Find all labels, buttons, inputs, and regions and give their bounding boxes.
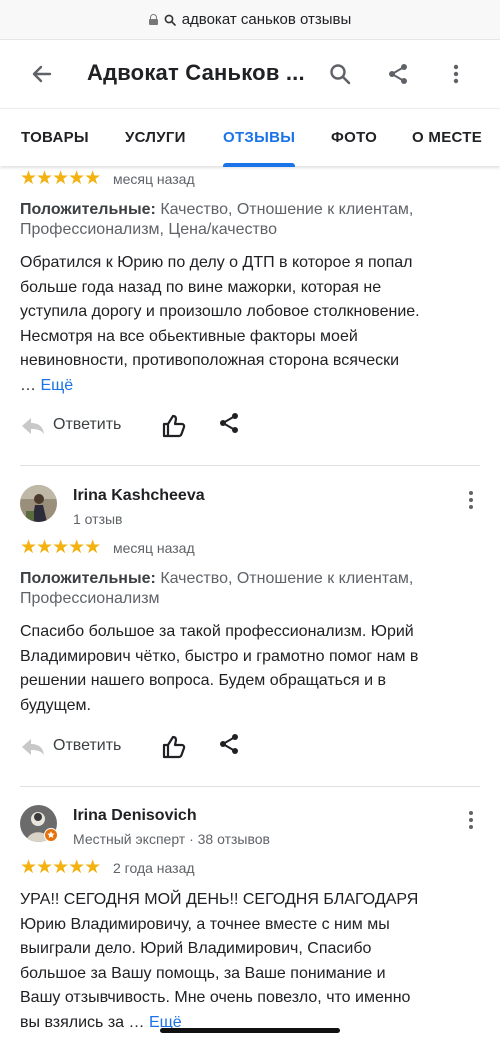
review-text-line: больше года назад по вине мажорки, котор… xyxy=(20,278,382,296)
reply-icon xyxy=(22,418,44,434)
star-rating: ★★★★★ xyxy=(20,537,101,558)
reviewer-name[interactable]: Irina Kashcheeva xyxy=(73,487,205,505)
reply-button[interactable]: Ответить xyxy=(53,416,121,434)
reply-button[interactable]: Ответить xyxy=(53,737,121,755)
url-text: адвокат саньков отзывы xyxy=(181,11,352,28)
tab-bar: ТОВАРЫ УСЛУГИ ОТЗЫВЫ ФОТО О МЕСТЕ xyxy=(0,108,500,167)
review-text-line: Спасибо большое за такой профессионализм… xyxy=(20,623,414,640)
review-text-line: Владимирович чётко, быстро и грамотно по… xyxy=(20,647,419,665)
reviewer-meta: Местный эксперт · 38 отзывов xyxy=(73,831,270,847)
search-button[interactable] xyxy=(324,58,356,90)
dot xyxy=(469,491,473,495)
positive-label: Положительные: xyxy=(20,570,156,587)
tab-products[interactable]: ТОВАРЫ xyxy=(21,109,89,167)
dot xyxy=(469,818,473,822)
review-date: месяц назад xyxy=(113,171,195,187)
dot xyxy=(469,505,473,509)
thumbs-up-icon[interactable] xyxy=(161,734,187,760)
back-button[interactable] xyxy=(24,60,60,88)
review-text-line: УРА!! СЕГОДНЯ МОЙ ДЕНЬ!! СЕГОДНЯ БЛАГОДА… xyxy=(20,891,419,908)
tab-reviews[interactable]: ОТЗЫВЫ xyxy=(223,109,296,167)
review-positive-attributes: Положительные: Качество, Отношение к кли… xyxy=(20,569,480,609)
thumbs-up-icon[interactable] xyxy=(161,413,187,439)
active-tab-indicator xyxy=(223,163,296,167)
review-text: Обратился к Юрию по делу о ДТП в которое… xyxy=(20,251,480,398)
search-icon xyxy=(330,64,351,85)
review-positive-attributes: Положительные: Качество, Отношение к кли… xyxy=(20,200,480,240)
review-text-line: Вашу отзывчивость. Мне очень повезло, чт… xyxy=(20,989,411,1006)
review-text-line: Обратился к Юрию по делу о ДТП в которое… xyxy=(20,254,413,271)
reviewer-meta: 1 отзыв xyxy=(73,511,123,527)
reply-icon xyxy=(22,739,44,755)
share-icon[interactable] xyxy=(217,411,241,435)
home-indicator[interactable] xyxy=(160,1028,340,1033)
review-text-line: Несмотря на все обьективные факторы моей xyxy=(20,327,358,345)
share-icon xyxy=(389,64,407,84)
review-actions: Ответить xyxy=(20,731,280,763)
tab-photos[interactable]: ФОТО xyxy=(331,109,377,167)
positive-line: Качество, Отношение к клиентам, xyxy=(160,570,414,587)
tab-services[interactable]: УСЛУГИ xyxy=(125,109,186,167)
review-date: месяц назад xyxy=(113,540,195,556)
review-text-line: … xyxy=(20,376,41,394)
read-more-link[interactable]: Ещё xyxy=(40,377,73,394)
tab-about[interactable]: О МЕСТЕ xyxy=(412,109,482,167)
page-title: Адвокат Саньков ... xyxy=(87,60,305,85)
review-menu-button[interactable] xyxy=(462,488,480,512)
lock-icon xyxy=(148,14,158,25)
local-guide-badge-icon xyxy=(44,828,58,842)
review-date: 2 года назад xyxy=(113,860,195,876)
positive-line: Профессионализм, Цена/качество xyxy=(20,221,278,238)
review-text: УРА!! СЕГОДНЯ МОЙ ДЕНЬ!! СЕГОДНЯ БЛАГОДА… xyxy=(20,888,480,1035)
review-menu-button[interactable] xyxy=(462,808,480,832)
more-vert-icon xyxy=(453,64,459,84)
share-button[interactable] xyxy=(382,58,414,90)
review-text-line: выиграли дело. Юрий Владимирович, Спасиб… xyxy=(20,940,372,957)
review-text-line: решении нашего вопроса. Будем обращаться… xyxy=(20,672,386,689)
dot xyxy=(469,811,473,815)
dot xyxy=(469,498,473,502)
dot xyxy=(469,825,473,829)
search-icon xyxy=(164,14,176,26)
review-text-line: будущем. xyxy=(20,696,91,714)
more-options-button[interactable] xyxy=(440,58,472,90)
review-text: Спасибо большое за такой профессионализм… xyxy=(20,620,480,718)
review-divider xyxy=(20,786,480,787)
share-icon[interactable] xyxy=(217,732,241,756)
review-text-line: невиновности, противоположная сторона вс… xyxy=(20,352,400,369)
browser-url-bar[interactable]: адвокат саньков отзывы xyxy=(0,0,500,40)
star-rating: ★★★★★ xyxy=(20,168,101,189)
star-rating: ★★★★★ xyxy=(20,857,101,878)
review-text-line: вы взялись за … xyxy=(20,1013,149,1031)
positive-label: Положительные: xyxy=(20,201,156,218)
reviewer-name[interactable]: Irina Denisovich xyxy=(73,807,197,825)
review-divider xyxy=(20,465,480,466)
review-text-line: уступила дорогу и произошло лобовое стол… xyxy=(20,303,420,320)
positive-line: Профессионализм xyxy=(20,590,160,607)
review-text-line: Юрию Владимировичу, а точнее вместе с ни… xyxy=(20,915,390,933)
app-header: Адвокат Саньков ... xyxy=(0,40,500,108)
review-actions: Ответить xyxy=(20,410,280,442)
avatar[interactable] xyxy=(20,485,57,522)
tab-reviews-label: ОТЗЫВЫ xyxy=(223,129,296,146)
avatar-photo xyxy=(20,485,57,522)
back-arrow-icon xyxy=(32,65,52,83)
positive-line: Качество, Отношение к клиентам, xyxy=(160,201,414,218)
review-text-line: большое за Вашу помощь, за Ваше понимани… xyxy=(20,964,386,982)
reviews-list[interactable]: ★★★★★ месяц назад Положительные: Качеств… xyxy=(0,166,500,1043)
